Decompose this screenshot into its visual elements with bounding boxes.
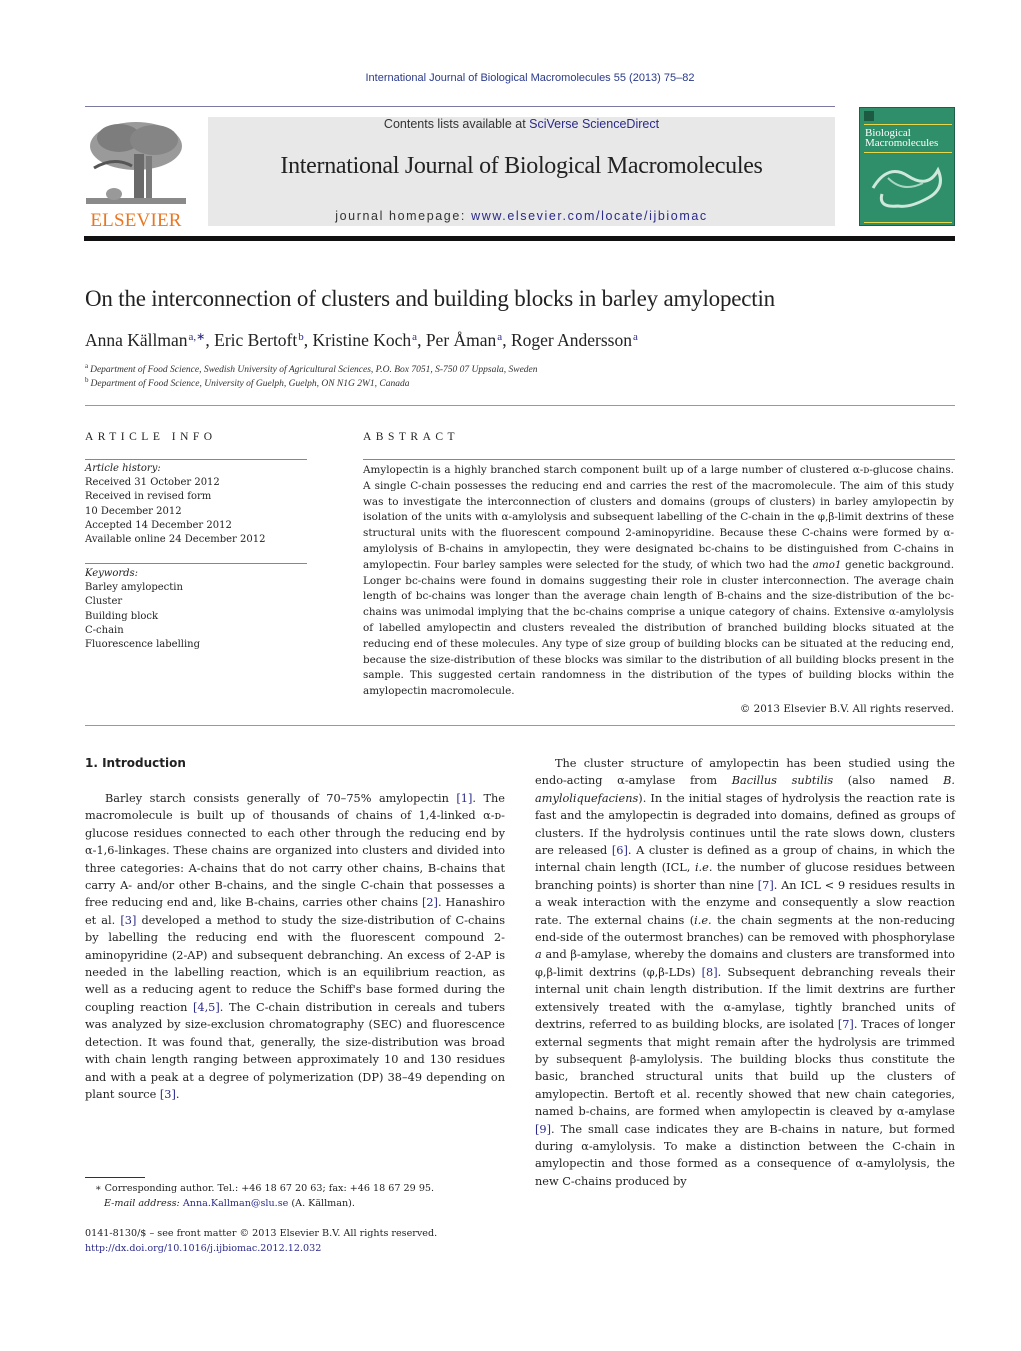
article-info-heading: ARTICLE INFO	[85, 431, 217, 443]
citation-link[interactable]: [7]	[758, 879, 774, 892]
divider	[85, 563, 307, 564]
cover-rule	[864, 222, 952, 223]
keyword[interactable]: C-chain	[85, 624, 200, 638]
keyword[interactable]: Building block	[85, 610, 200, 624]
history-item: Received 31 October 2012	[85, 477, 220, 489]
cover-publisher-icon	[864, 111, 874, 121]
section-heading-introduction: 1. Introduction	[85, 756, 186, 770]
front-matter: 0141-8130/$ – see front matter © 2013 El…	[85, 1228, 438, 1256]
homepage-link[interactable]: www.elsevier.com/locate/ijbiomac	[471, 209, 708, 223]
citation-link[interactable]: [8]	[702, 966, 718, 979]
history-item: Received in revised form	[85, 491, 212, 503]
paragraph: The cluster structure of amylopectin has…	[535, 757, 955, 1188]
affiliation: b Department of Food Science, University …	[85, 376, 410, 390]
email-link[interactable]: Anna.Kallman@slu.se	[183, 1198, 289, 1209]
contents-line: Contents lists available at SciVerse Sci…	[383, 117, 660, 131]
header-divider	[85, 106, 835, 107]
citation-link[interactable]: [9]	[535, 1123, 551, 1136]
history-item: 10 December 2012	[85, 505, 182, 517]
cover-rule	[864, 124, 952, 125]
keyword[interactable]: Fluorescence labelling	[85, 638, 200, 652]
paragraph: Barley starch consists generally of 70–7…	[85, 792, 505, 1101]
footnote-rule	[85, 1177, 145, 1178]
journal-cover-thumbnail[interactable]: Biological Macromolecules	[859, 107, 955, 226]
citation-link[interactable]: [7]	[838, 1018, 854, 1031]
cover-title: Biological Macromolecules	[865, 127, 939, 149]
divider	[363, 459, 955, 460]
keyword[interactable]: Cluster	[85, 595, 200, 609]
abstract-copyright: © 2013 Elsevier B.V. All rights reserved…	[739, 703, 954, 715]
citation-link[interactable]: [3]	[160, 1088, 176, 1101]
protein-structure-icon	[871, 166, 942, 208]
elsevier-wordmark: ELSEVIER	[90, 210, 182, 231]
article-title: On the interconnection of clusters and b…	[85, 286, 775, 311]
journal-reference[interactable]: International Journal of Biological Macr…	[0, 72, 1021, 84]
author[interactable]: Per Åmana	[426, 330, 502, 350]
citation-link[interactable]: [3]	[120, 914, 136, 927]
abstract-text: Amylopectin is a highly branched starch …	[363, 464, 954, 698]
author[interactable]: Anna Källmana,∗	[85, 330, 205, 350]
homepage-line: journal homepage: www.elsevier.com/locat…	[335, 209, 708, 223]
journal-banner: Contents lists available at SciVerse Sci…	[208, 117, 835, 226]
divider	[85, 459, 307, 460]
divider	[85, 725, 955, 726]
history-item: Available online 24 December 2012	[85, 534, 266, 546]
body-column-left: Barley starch consists generally of 70–7…	[85, 790, 505, 1103]
abstract-heading: ABSTRACT	[363, 431, 460, 443]
divider	[85, 405, 955, 406]
elsevier-tree-icon	[86, 122, 186, 204]
sciencedirect-link[interactable]: SciVerse ScienceDirect	[529, 117, 659, 131]
keywords: Keywords: Barley amylopectin Cluster Bui…	[85, 567, 200, 652]
header-thick-rule	[84, 236, 955, 241]
author[interactable]: Eric Bertoftb	[214, 330, 304, 350]
journal-title: International Journal of Biological Macr…	[280, 153, 763, 179]
history-item: Accepted 14 December 2012	[85, 519, 232, 531]
citation-link[interactable]: [1]	[456, 792, 472, 805]
cover-rule	[864, 152, 952, 153]
author-list: Anna Källmana,∗, Eric Bertoftb, Kristine…	[85, 330, 638, 350]
elsevier-logo[interactable]: ELSEVIER	[84, 116, 188, 232]
doi-link[interactable]: http://dx.doi.org/10.1016/j.ijbiomac.201…	[85, 1241, 437, 1256]
author[interactable]: Roger Anderssona	[511, 330, 638, 350]
citation-link[interactable]: [4,5]	[193, 1001, 220, 1014]
affiliation: a Department of Food Science, Swedish Uni…	[85, 362, 538, 376]
author[interactable]: Kristine Kocha	[313, 330, 418, 350]
citation-link[interactable]: [6]	[612, 844, 628, 857]
corresponding-author-footnote: ∗ Corresponding author. Tel.: +46 18 67 …	[95, 1183, 435, 1209]
body-column-right: The cluster structure of amylopectin has…	[535, 755, 955, 1190]
keyword[interactable]: Barley amylopectin	[85, 581, 200, 595]
citation-link[interactable]: [2]	[422, 896, 438, 909]
article-history: Article history: Received 31 October 201…	[85, 462, 265, 547]
